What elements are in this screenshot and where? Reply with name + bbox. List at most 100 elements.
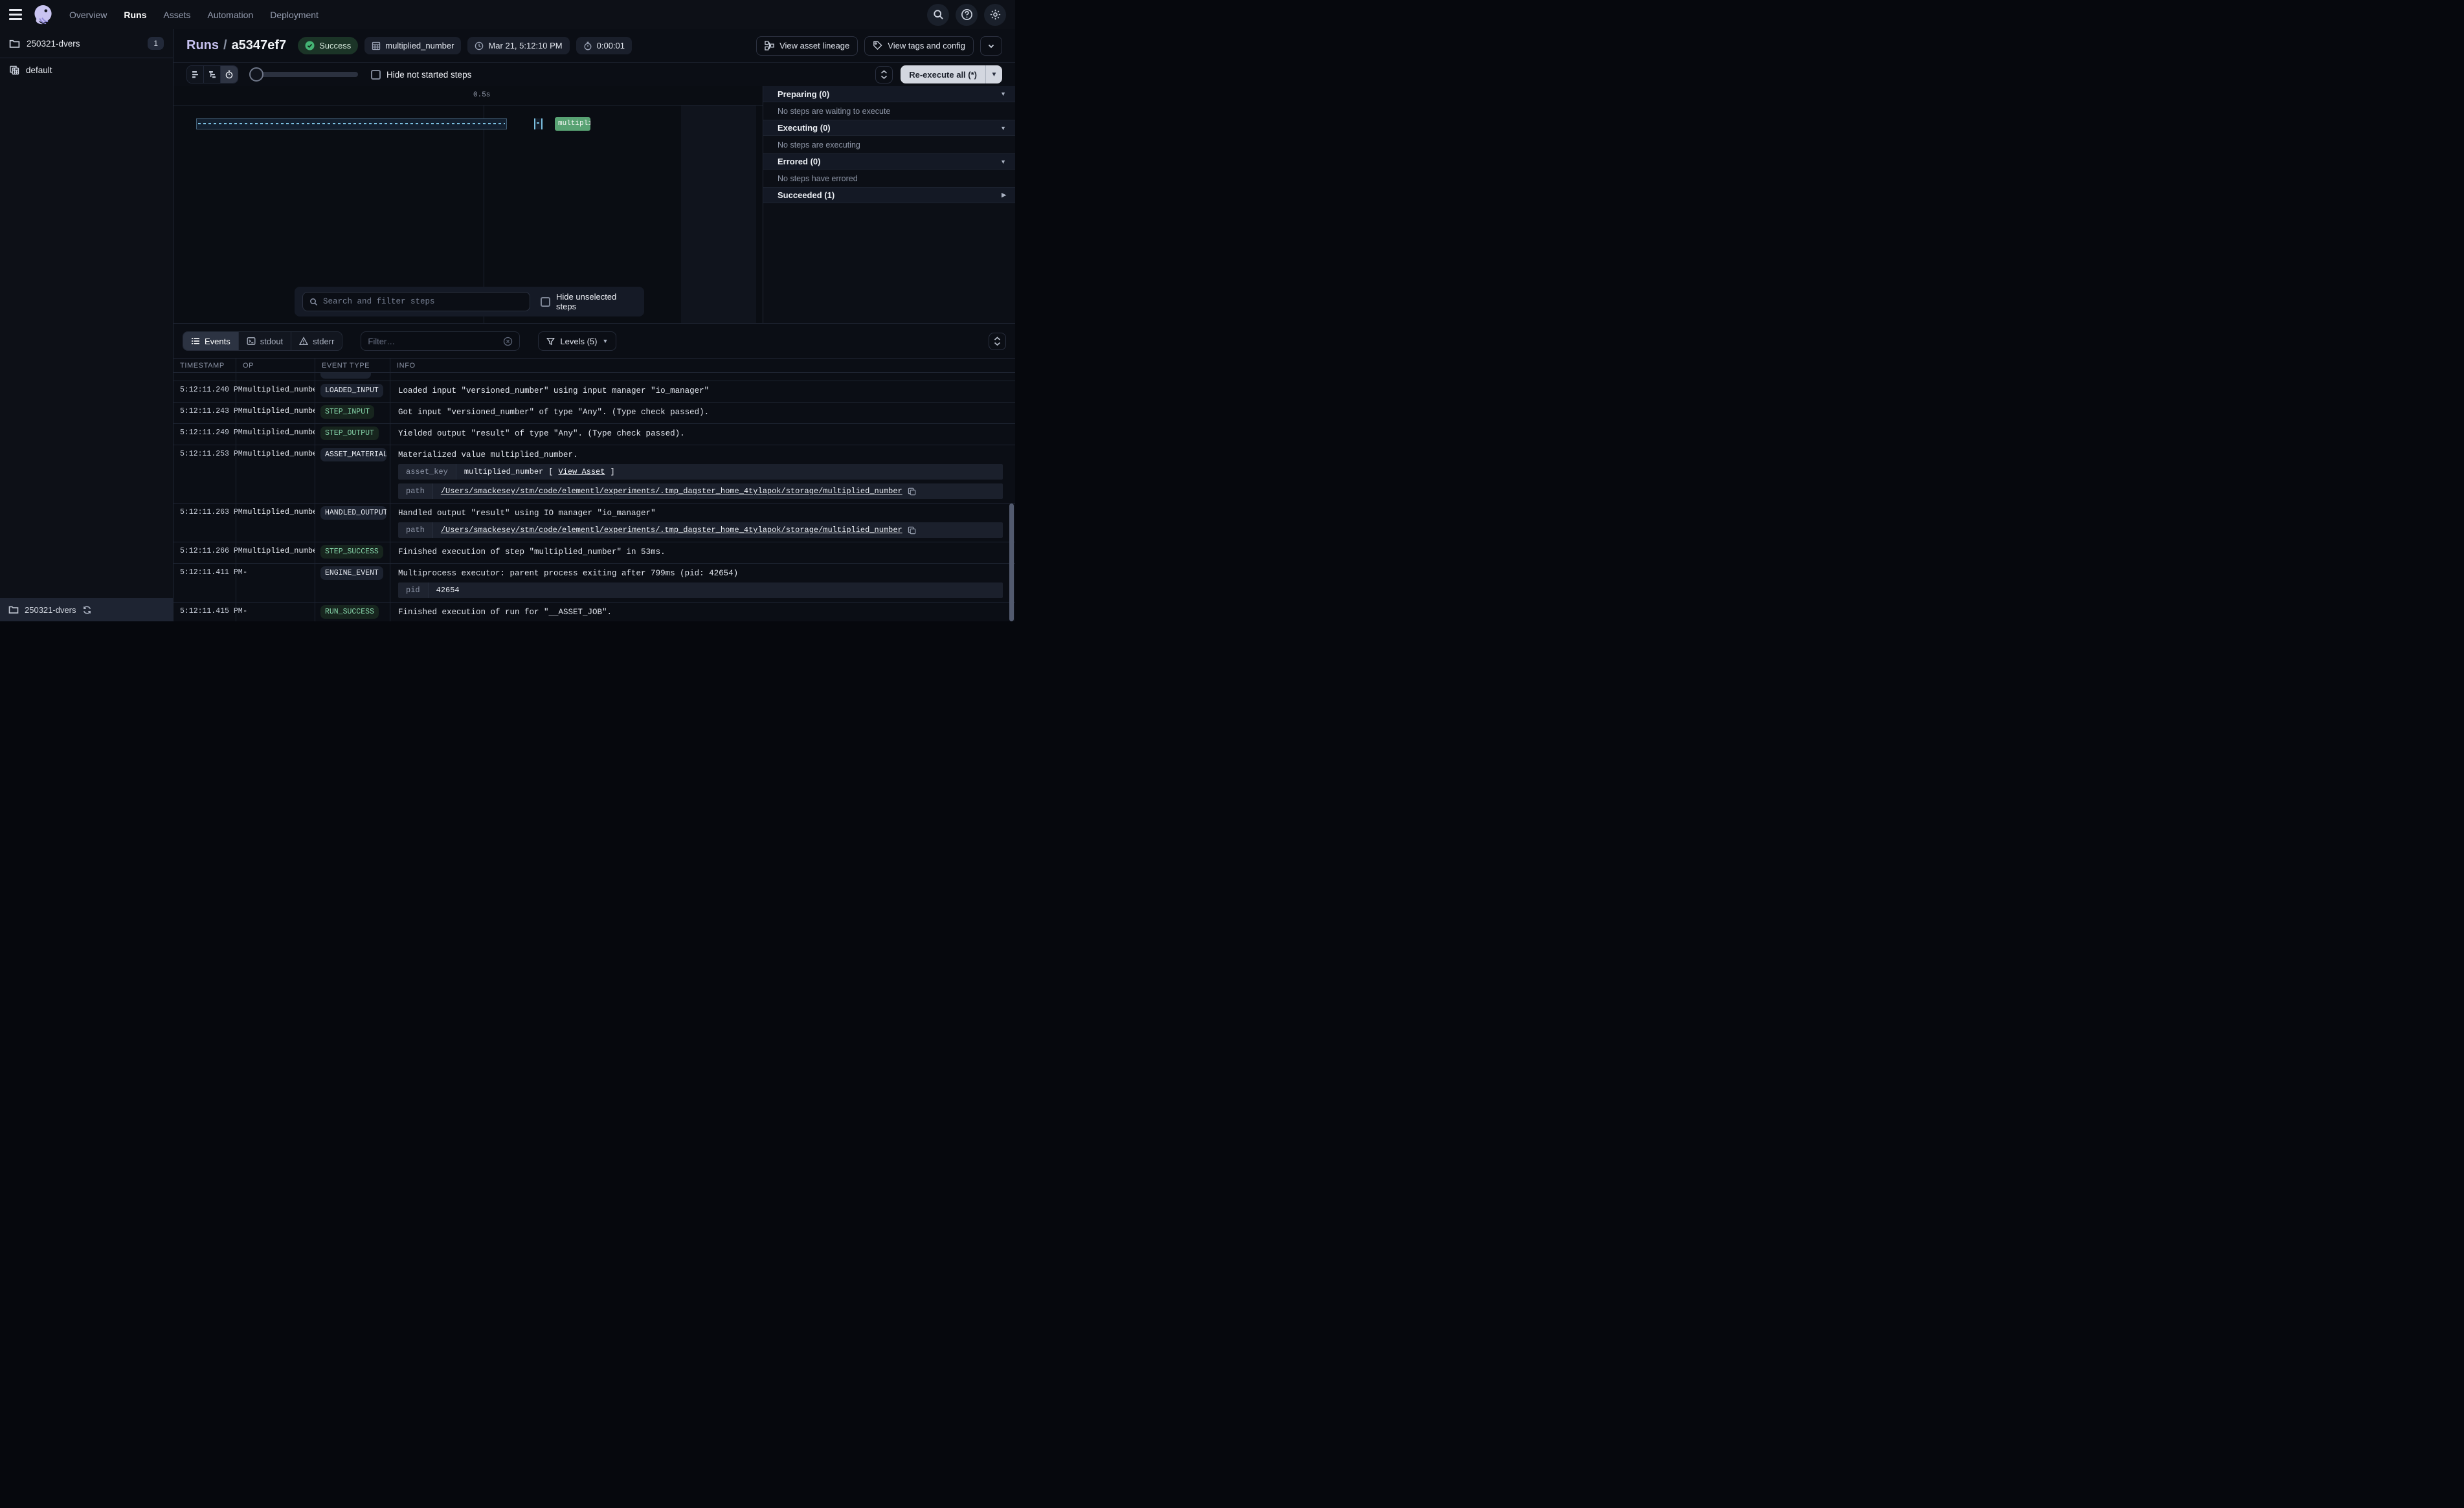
timed-view-icon[interactable]: [221, 66, 238, 83]
zoom-slider-track[interactable]: [251, 72, 358, 77]
sidebar-item-repo[interactable]: 250321-dvers 1: [0, 29, 173, 58]
gantt-ruler: 0.5s: [174, 86, 763, 105]
reload-icon[interactable]: [82, 605, 92, 615]
run-tag-chip[interactable]: Mar 21, 5:12:10 PM: [467, 37, 569, 54]
view-asset-link[interactable]: View Asset: [558, 467, 605, 476]
nav-automation[interactable]: Automation: [207, 10, 253, 20]
event-timestamp: 5:12:11.263 PM: [174, 504, 236, 542]
metadata-value: 42654: [429, 586, 467, 595]
clear-filter-icon[interactable]: [503, 337, 513, 346]
log-filter-input[interactable]: [368, 337, 503, 346]
event-row-partial: [174, 373, 1015, 381]
nav-overview[interactable]: Overview: [69, 10, 107, 20]
run-tag-chip[interactable]: multiplied_number: [364, 37, 461, 54]
repo-run-count-badge: 1: [148, 37, 164, 50]
log-filter-box[interactable]: [361, 331, 520, 351]
levels-filter-button[interactable]: Levels (5) ▼: [538, 331, 616, 351]
reexecute-all-button[interactable]: Re-execute all (*): [901, 65, 985, 83]
nav-runs[interactable]: Runs: [124, 10, 146, 20]
event-info: Handled output "result" using IO manager…: [390, 504, 1015, 542]
zoom-slider-handle[interactable]: [249, 67, 263, 82]
events-scrollbar[interactable]: [1009, 504, 1014, 621]
view-asset-lineage-button[interactable]: View asset lineage: [756, 36, 858, 56]
gantt-step-bar[interactable]: multipli…: [555, 117, 590, 131]
event-row: 5:12:11.249 PMmultiplied_numberSTEP_OUTP…: [174, 424, 1015, 445]
funnel-icon: [546, 337, 555, 346]
hide-not-started-checkbox[interactable]: Hide not started steps: [371, 70, 471, 80]
metadata-entry: path/Users/smackesey/stm/code/elementl/e…: [398, 522, 1003, 538]
page-title: Runs / a5347ef7: [186, 38, 286, 53]
job-icon: [9, 65, 19, 75]
run-more-actions-button[interactable]: [980, 36, 1002, 56]
triangle-down-icon: ▼: [1000, 125, 1006, 131]
top-nav: Overview Runs Assets Automation Deployment: [0, 0, 1015, 29]
column-header-event-type: EVENT TYPE: [315, 359, 390, 372]
list-icon: [191, 337, 200, 346]
event-type-cell: STEP_SUCCESS: [315, 542, 390, 563]
events-tabs-row: Eventsstdoutstderr Levels (5) ▼: [174, 324, 1015, 358]
waterfall-view-icon[interactable]: [204, 66, 221, 83]
truncated-badge: [320, 373, 371, 379]
metadata-entry: pid42654: [398, 582, 1003, 598]
view-mode-segmented-control: [186, 65, 238, 83]
column-header-op: OP: [236, 359, 315, 372]
event-timestamp: 5:12:11.249 PM: [174, 424, 236, 445]
menu-icon[interactable]: [9, 9, 22, 20]
status-badge: Success: [298, 37, 358, 54]
event-op: -: [236, 564, 315, 602]
checkbox-icon[interactable]: [371, 70, 381, 80]
checkbox-icon[interactable]: [541, 297, 550, 307]
run-tag-chip[interactable]: 0:00:01: [576, 37, 632, 54]
status-section-header[interactable]: Preparing (0)▼: [763, 86, 1015, 102]
step-search-input[interactable]: [323, 297, 523, 306]
step-search-box[interactable]: [302, 292, 530, 311]
event-timestamp: 5:12:11.240 PM: [174, 381, 236, 402]
status-section-body: No steps are waiting to execute: [763, 102, 1015, 120]
left-sidebar: 250321-dvers 1 default 250321-dvers: [0, 29, 174, 621]
gantt-chart[interactable]: 0.5s multipli… Hide unsele: [174, 86, 763, 323]
event-op: multiplied_number: [236, 403, 315, 423]
run-tags: multiplied_number Mar 21, 5:12:10 PM 0:00:…: [364, 37, 632, 54]
reexecute-dropdown-button[interactable]: ▼: [985, 65, 1002, 83]
event-type-cell: STEP_OUTPUT: [315, 424, 390, 445]
events-expand-button[interactable]: [989, 333, 1006, 350]
chevron-down-icon: [987, 42, 995, 50]
event-timestamp: 5:12:11.415 PM: [174, 603, 236, 621]
repo-name: 250321-dvers: [27, 39, 80, 49]
breadcrumb-runs-link[interactable]: Runs: [186, 38, 219, 53]
nav-assets[interactable]: Assets: [163, 10, 190, 20]
status-section-header[interactable]: Succeeded (1)▶: [763, 187, 1015, 203]
hide-unselected-checkbox[interactable]: Hide unselected steps: [541, 292, 636, 311]
tab-stderr[interactable]: stderr: [291, 332, 342, 350]
search-icon[interactable]: [927, 4, 949, 26]
event-type-badge: ENGINE_EVENT: [320, 566, 383, 580]
help-icon[interactable]: [956, 4, 978, 26]
status-section-header[interactable]: Errored (0)▼: [763, 153, 1015, 170]
nav-deployment[interactable]: Deployment: [270, 10, 319, 20]
dagster-logo-icon[interactable]: [32, 4, 54, 25]
zoom-slider[interactable]: [251, 66, 358, 83]
run-id: a5347ef7: [232, 38, 287, 53]
status-section-header[interactable]: Executing (0)▼: [763, 120, 1015, 136]
timer-icon: [583, 41, 592, 50]
settings-icon[interactable]: [984, 4, 1006, 26]
copy-icon[interactable]: [908, 487, 916, 496]
event-info: Finished execution of step "multiplied_n…: [390, 542, 1015, 563]
view-tags-config-button[interactable]: View tags and config: [864, 36, 974, 56]
event-info: Loaded input "versioned_number" using in…: [390, 381, 1015, 402]
triangle-right-icon: ▶: [1002, 192, 1006, 199]
breadcrumb-separator: /: [223, 38, 227, 53]
tab-events[interactable]: Events: [183, 332, 239, 350]
path-link[interactable]: /Users/smackesey/stm/code/elementl/exper…: [441, 487, 902, 496]
flat-view-icon[interactable]: [187, 66, 204, 83]
path-link[interactable]: /Users/smackesey/stm/code/elementl/exper…: [441, 526, 902, 535]
event-type-badge: LOADED_INPUT: [320, 384, 383, 397]
metadata-key: pid: [398, 582, 429, 598]
event-op: multiplied_number: [236, 542, 315, 563]
copy-icon[interactable]: [908, 526, 916, 535]
sidebar-item-job-default[interactable]: default: [0, 58, 173, 82]
gantt-dependency-span: [196, 118, 507, 129]
metadata-key: asset_key: [398, 464, 456, 480]
panel-resize-button[interactable]: [875, 66, 893, 83]
tab-stdout[interactable]: stdout: [239, 332, 291, 350]
